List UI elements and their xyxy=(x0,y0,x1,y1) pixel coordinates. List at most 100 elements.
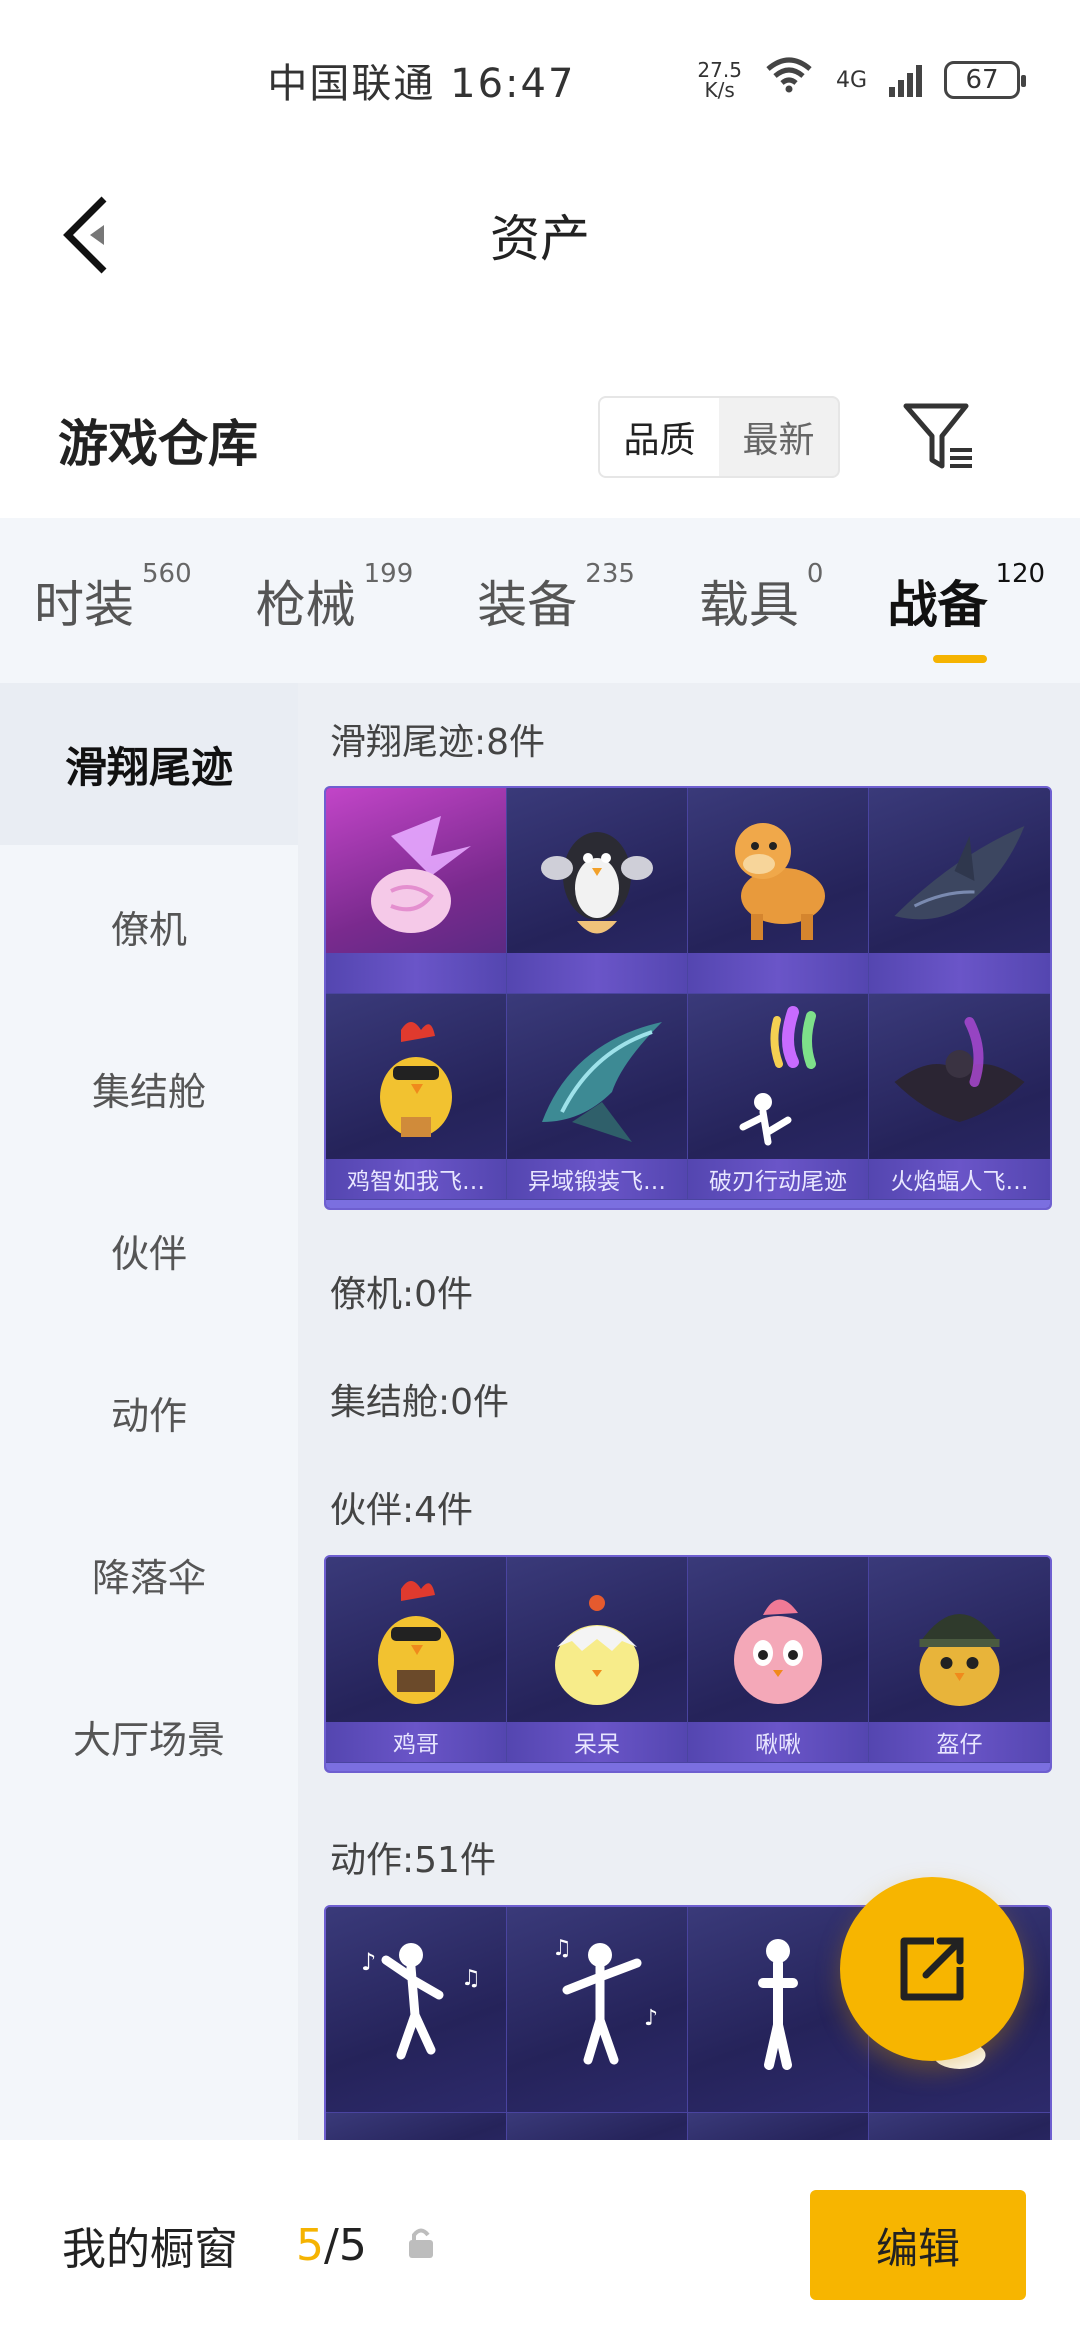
header: 资产 xyxy=(0,150,1080,320)
pink-bird-icon xyxy=(734,1599,822,1704)
item-card[interactable] xyxy=(688,1907,869,2113)
svg-text:♪: ♪ xyxy=(644,2006,658,2031)
glide-trail-grid: 鸡智如我飞… 异域锻装飞… 破刃行动尾迹 火焰蝠人飞… xyxy=(324,786,1052,1210)
side-item-parachute[interactable]: 降落伞 xyxy=(0,1493,298,1655)
item-card[interactable] xyxy=(869,788,1050,994)
my-window-label: 我的橱窗 xyxy=(62,2224,238,2275)
item-card[interactable]: 火焰蝠人飞… xyxy=(869,994,1050,1200)
svg-text:♫: ♫ xyxy=(552,1936,572,1961)
tab-combat-gear[interactable]: 战备 120 xyxy=(887,559,1045,663)
tab-equipment[interactable]: 装备 235 xyxy=(477,559,635,637)
tab-label: 战备 xyxy=(887,575,988,634)
window-count-current: 5 xyxy=(296,2219,324,2271)
item-card[interactable]: 破刃行动尾迹 xyxy=(688,994,869,1200)
tab-label: 时装 xyxy=(34,575,134,634)
item-name xyxy=(688,953,868,993)
sort-newest[interactable]: 最新 xyxy=(719,398,838,476)
item-name xyxy=(869,953,1050,993)
tab-fashion[interactable]: 时装 560 xyxy=(34,559,192,637)
item-card[interactable] xyxy=(869,2113,1050,2140)
side-item-pod[interactable]: 集结舱 xyxy=(0,1007,298,1169)
filter-icon xyxy=(903,403,972,469)
network-speed: 27.5 K/s xyxy=(697,60,742,100)
item-card[interactable]: 呆呆 xyxy=(507,1557,688,1763)
section-wingman-label: 僚机:0件 xyxy=(330,1274,474,1315)
item-card[interactable]: 鸡哥 xyxy=(326,1557,507,1763)
item-card[interactable]: ♪ ♫ xyxy=(326,1907,507,2113)
bat-suit-icon xyxy=(894,1017,1025,1122)
item-name: 破刃行动尾迹 xyxy=(688,1159,868,1199)
side-menu: 滑翔尾迹 僚机 集结舱 伙伴 动作 降落伞 大厅场景 xyxy=(0,683,298,2140)
section-emote-label: 动作:51件 xyxy=(330,1840,496,1881)
grid-bottom-bar xyxy=(326,1763,1050,1771)
helmet-chick-icon xyxy=(919,1614,1000,1706)
speed-value: 27.5 xyxy=(697,58,742,82)
tab-count: 120 xyxy=(995,558,1046,589)
back-button[interactable] xyxy=(50,190,120,280)
item-card[interactable] xyxy=(326,788,507,994)
item-name: 呆呆 xyxy=(507,1722,687,1762)
side-item-companion[interactable]: 伙伴 xyxy=(0,1169,298,1331)
section-glide-trail-label: 滑翔尾迹:8件 xyxy=(330,722,546,763)
blade-wing-icon xyxy=(542,1022,662,1142)
item-name: 鸡哥 xyxy=(326,1722,506,1762)
tab-vehicles[interactable]: 载具 0 xyxy=(698,559,824,637)
filter-button[interactable] xyxy=(900,396,980,478)
battery-icon: 67 xyxy=(944,61,1026,99)
shark-icon xyxy=(894,826,1025,920)
page-title: 资产 xyxy=(490,210,590,268)
side-item-lobby-scene[interactable]: 大厅场景 xyxy=(0,1655,298,1817)
side-item-wingman[interactable]: 僚机 xyxy=(0,845,298,1007)
companion-grid: 鸡哥 呆呆 啾啾 盔仔 xyxy=(324,1555,1052,1773)
item-name xyxy=(326,953,506,993)
dance-2-icon: ♫ ♪ xyxy=(552,1936,658,2065)
item-card[interactable] xyxy=(507,788,688,994)
section-companion-label: 伙伴:4件 xyxy=(330,1490,474,1531)
tab-guns[interactable]: 枪械 199 xyxy=(255,559,414,637)
speed-unit: K/s xyxy=(704,78,735,102)
sort-toggle: 品质 最新 xyxy=(598,396,840,478)
item-card[interactable]: 啾啾 xyxy=(688,1557,869,1763)
lock-icon xyxy=(406,2226,436,2264)
tab-count: 0 xyxy=(806,558,824,589)
item-name: 异域锻装飞… xyxy=(507,1159,687,1199)
item-name xyxy=(507,953,687,993)
svg-text:♪: ♪ xyxy=(361,1948,376,1976)
carrier-time: 中国联通 16:47 xyxy=(267,61,576,107)
tab-count: 199 xyxy=(363,558,414,589)
item-name: 啾啾 xyxy=(688,1722,868,1762)
candy-wing-icon xyxy=(371,816,471,933)
warehouse-bar: 游戏仓库 品质 最新 xyxy=(0,370,1080,510)
tab-label: 载具 xyxy=(698,575,799,634)
edit-button[interactable]: 编辑 xyxy=(810,2190,1026,2300)
item-card[interactable] xyxy=(688,788,869,994)
side-item-glide-trail[interactable]: 滑翔尾迹 xyxy=(0,683,298,845)
chick-egg-icon xyxy=(555,1595,639,1705)
item-card[interactable]: 鸡智如我飞… xyxy=(326,994,507,1200)
section-pod-label: 集结舱:0件 xyxy=(330,1382,510,1423)
item-card[interactable]: 盔仔 xyxy=(869,1557,1050,1763)
bottom-bar: 我的橱窗 5/5 编辑 xyxy=(0,2150,1080,2340)
side-item-emote[interactable]: 动作 xyxy=(0,1331,298,1493)
item-card[interactable]: 异域锻装飞… xyxy=(507,994,688,1200)
share-icon xyxy=(900,1937,964,2001)
wifi-icon xyxy=(764,57,814,103)
item-card[interactable] xyxy=(326,2113,507,2140)
item-card[interactable] xyxy=(507,2113,688,2140)
tab-label: 枪械 xyxy=(255,575,356,634)
item-name: 鸡智如我飞… xyxy=(326,1159,506,1199)
pose-3-icon xyxy=(758,1939,798,2070)
dance-1-icon: ♪ ♫ xyxy=(361,1943,481,2060)
share-button[interactable] xyxy=(840,1877,1024,2061)
penguin-icon xyxy=(541,832,653,934)
sort-quality[interactable]: 品质 xyxy=(600,398,719,476)
item-card[interactable] xyxy=(688,2113,869,2140)
item-name: 火焰蝠人飞… xyxy=(869,1159,1050,1199)
chicken-icon xyxy=(380,1022,452,1137)
pony-icon xyxy=(735,823,825,940)
item-card[interactable]: ♫ ♪ xyxy=(507,1907,688,2113)
window-count: 5/5 xyxy=(296,2220,367,2271)
warehouse-title: 游戏仓库 xyxy=(58,415,258,473)
grid-bottom-bar xyxy=(326,1200,1050,1208)
item-name: 盔仔 xyxy=(869,1722,1050,1762)
